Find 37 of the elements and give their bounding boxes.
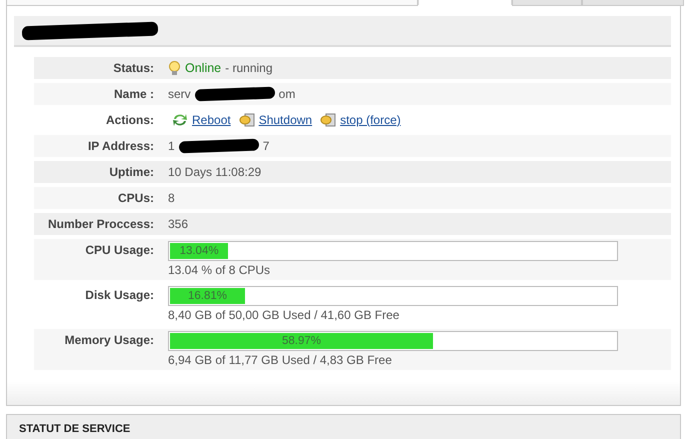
field-value: 10 Days 11:08:29 — [168, 164, 262, 181]
field-label: Status: — [112, 60, 154, 77]
usage-detail: 13.04 % of 8 CPUs — [168, 263, 272, 277]
refresh-icon — [172, 113, 188, 127]
tab[interactable] — [512, 0, 582, 6]
usage-detail: 6,94 GB of 11,77 GB Used / 4,83 GB Free — [168, 353, 393, 367]
light-bulb-icon — [168, 60, 181, 76]
field-value: serv — [168, 86, 191, 103]
field-value: 1 — [168, 138, 175, 155]
usage-percent: 58.97% — [282, 334, 321, 348]
power-card-icon — [238, 113, 255, 127]
tab[interactable] — [418, 0, 512, 5]
field-label: Number Proccess: — [46, 216, 154, 233]
tab[interactable] — [6, 0, 418, 6]
action-link[interactable]: Reboot — [192, 109, 231, 131]
tab[interactable] — [582, 0, 684, 6]
section-title: STATUT DE SERVICE — [19, 423, 130, 435]
usage-percent: 16.81% — [188, 289, 227, 303]
field-value: 8 — [168, 190, 175, 207]
action-link[interactable]: Shutdown — [258, 109, 312, 131]
power-card-icon — [320, 113, 336, 127]
field-value: 7 — [262, 138, 270, 155]
usage-percent: 13.04% — [180, 244, 219, 258]
usage-detail: 8,40 GB of 50,00 GB Used / 41,60 GB Free — [168, 308, 400, 322]
field-value: 356 — [168, 216, 188, 233]
field-label: IP Address: — [86, 138, 154, 155]
field-label: CPUs: — [116, 190, 154, 207]
status-text: Online — [185, 60, 222, 77]
field-label: CPU Usage: — [84, 242, 154, 259]
field-label: Actions: — [105, 112, 154, 129]
field-label: Name : — [112, 86, 154, 103]
field-label: Disk Usage: — [84, 287, 154, 304]
action-link[interactable]: stop (force) — [340, 109, 401, 131]
field-label: Uptime: — [108, 164, 154, 181]
field-label: Memory Usage: — [64, 332, 154, 349]
status-note: - running — [225, 60, 273, 77]
field-value: om — [278, 86, 296, 103]
